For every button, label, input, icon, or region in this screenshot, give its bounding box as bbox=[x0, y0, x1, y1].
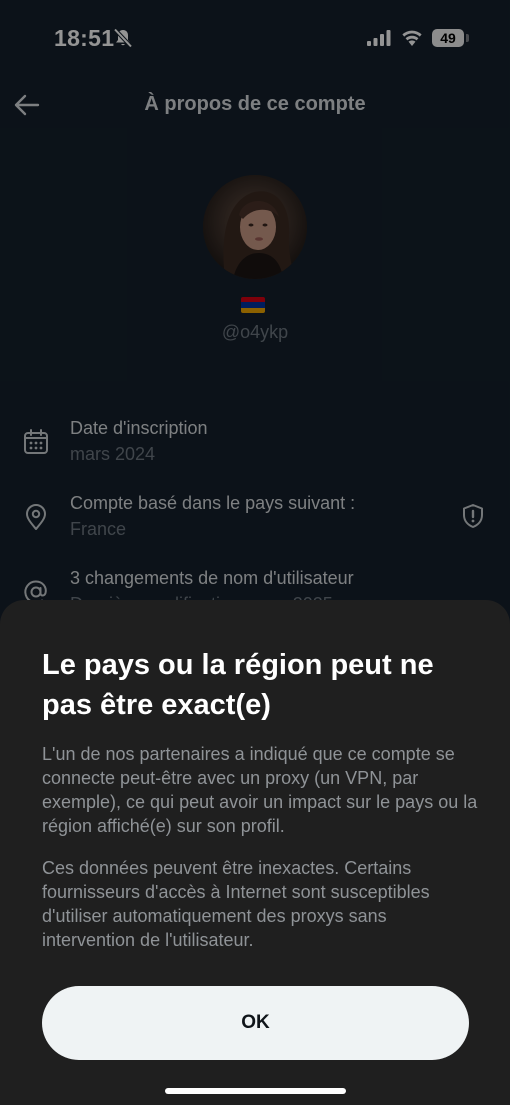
sheet-paragraph-2: Ces données peuvent être inexactes. Cert… bbox=[42, 858, 430, 950]
about-account-screen: 18:51 49 À propos de ce compte @o4ykp Da… bbox=[0, 0, 510, 1105]
sheet-title: Le pays ou la région peut ne pas être ex… bbox=[42, 649, 434, 721]
home-indicator[interactable] bbox=[165, 1088, 346, 1094]
ok-button[interactable]: OK bbox=[42, 986, 469, 1060]
sheet-paragraph-1: L'un de nos partenaires a indiqué que ce… bbox=[42, 744, 478, 836]
bottom-sheet: Le pays ou la région peut ne pas être ex… bbox=[0, 600, 510, 1105]
